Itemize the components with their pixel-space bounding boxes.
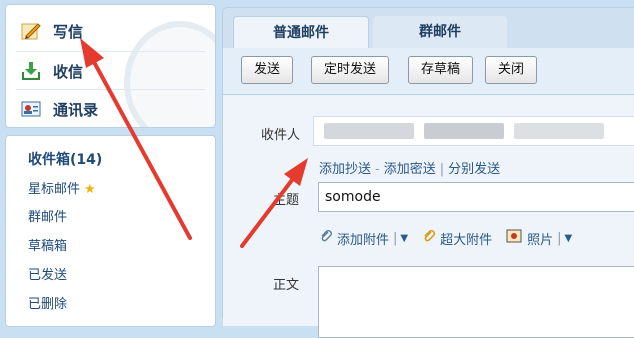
tab-normal-mail[interactable]: 普通邮件 bbox=[233, 16, 369, 49]
link-separator: | bbox=[439, 162, 445, 177]
paperclip-icon bbox=[319, 229, 333, 247]
compose-form: 收件人 添加抄送 - 添加密送 | 分别发送 主题 somode 添加附件 | ▼ bbox=[223, 96, 634, 338]
photo-icon bbox=[506, 229, 522, 247]
folder-deleted[interactable]: 已删除 bbox=[28, 293, 67, 312]
save-draft-button[interactable]: 存草稿 bbox=[408, 56, 474, 84]
nav-write-label: 写信 bbox=[53, 22, 84, 41]
divider: | bbox=[393, 230, 398, 246]
nav-receive[interactable]: 收信 bbox=[20, 57, 83, 85]
contact-card-icon bbox=[20, 98, 42, 120]
recipient-input[interactable] bbox=[313, 116, 634, 146]
add-attachment-label: 添加附件 bbox=[337, 232, 390, 248]
add-bcc-link[interactable]: 添加密送 bbox=[384, 162, 436, 177]
subject-input[interactable]: somode bbox=[318, 182, 634, 212]
large-attachment-button[interactable]: 超大附件 bbox=[422, 229, 492, 248]
body-label: 正文 bbox=[273, 278, 300, 293]
folder-inbox[interactable]: 收件箱(14) bbox=[28, 149, 102, 169]
pencil-icon bbox=[20, 20, 42, 42]
compose-toolbar: 发送 定时发送 存草稿 关闭 bbox=[223, 48, 634, 95]
compose-panel: 普通邮件 群邮件 发送 定时发送 存草稿 关闭 收件人 添加抄送 - 添加密送 | 分别… bbox=[222, 7, 634, 338]
nav-contacts-label: 通讯录 bbox=[53, 100, 99, 119]
left-nav-panel: 写信 收信 通讯录 bbox=[5, 4, 216, 128]
blurred-recipient bbox=[514, 123, 604, 139]
body-editor[interactable] bbox=[318, 266, 634, 338]
folder-starred[interactable]: 星标邮件 ★ bbox=[28, 178, 96, 197]
tab-bar: 普通邮件 群邮件 bbox=[223, 8, 634, 49]
inbox-download-icon bbox=[20, 60, 42, 82]
tab-group-mail[interactable]: 群邮件 bbox=[373, 16, 507, 48]
scheduled-send-button[interactable]: 定时发送 bbox=[311, 56, 390, 84]
photo-button[interactable]: 照片 | ▼ bbox=[506, 229, 572, 248]
attachment-toolbar: 添加附件 | ▼ 超大附件 照片 | ▼ bbox=[319, 228, 586, 248]
photo-label: 照片 bbox=[527, 232, 554, 248]
blurred-recipient bbox=[324, 123, 414, 139]
star-icon: ★ bbox=[84, 182, 96, 197]
folder-list: 收件箱(14) 星标邮件 ★ 群邮件 草稿箱 已发送 已删除 bbox=[5, 135, 216, 327]
add-attachment-button[interactable]: 添加附件 | ▼ bbox=[319, 229, 408, 248]
subject-label: 主题 bbox=[273, 193, 300, 208]
add-cc-link[interactable]: 添加抄送 bbox=[319, 162, 371, 177]
chevron-down-icon[interactable]: ▼ bbox=[400, 233, 408, 244]
qq-logo-watermark bbox=[124, 21, 215, 127]
folder-sent[interactable]: 已发送 bbox=[28, 264, 67, 283]
nav-write[interactable]: 写信 bbox=[20, 17, 83, 45]
folder-drafts[interactable]: 草稿箱 bbox=[28, 235, 67, 254]
chevron-down-icon[interactable]: ▼ bbox=[565, 233, 573, 244]
send-button[interactable]: 发送 bbox=[241, 56, 294, 84]
recipient-options: 添加抄送 - 添加密送 | 分别发送 bbox=[319, 158, 500, 177]
recipient-label: 收件人 bbox=[261, 128, 301, 143]
paperclip-icon bbox=[422, 229, 436, 247]
folder-group[interactable]: 群邮件 bbox=[28, 206, 67, 225]
blurred-recipient bbox=[424, 123, 504, 139]
close-button[interactable]: 关闭 bbox=[485, 56, 538, 84]
nav-contacts[interactable]: 通讯录 bbox=[20, 95, 98, 123]
nav-receive-label: 收信 bbox=[53, 62, 84, 81]
large-attachment-label: 超大附件 bbox=[440, 232, 493, 248]
separate-send-link[interactable]: 分别发送 bbox=[448, 162, 500, 177]
link-separator: - bbox=[375, 162, 380, 177]
divider: | bbox=[557, 230, 562, 246]
folder-starred-label: 星标邮件 bbox=[28, 182, 81, 197]
